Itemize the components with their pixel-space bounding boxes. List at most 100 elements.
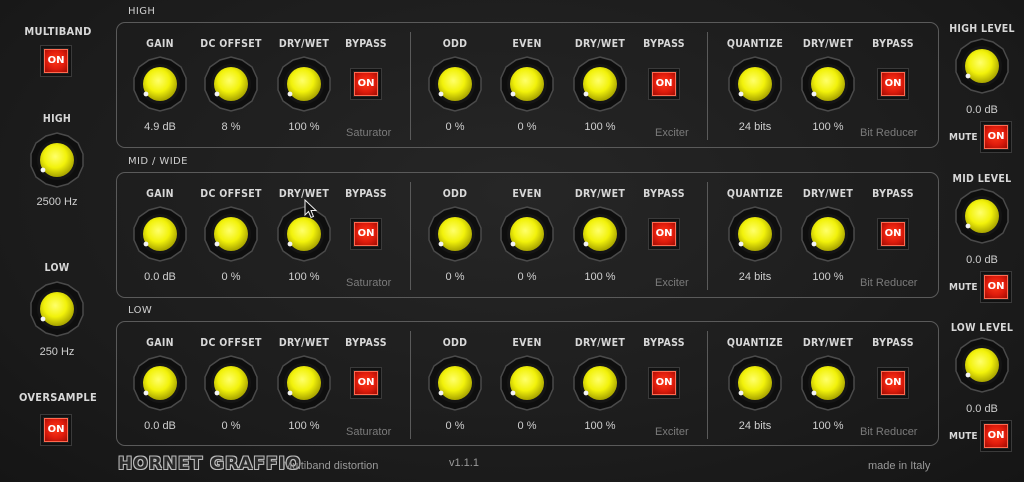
- mid-bitreducer-value-0: 24 bits: [738, 271, 772, 283]
- high-bitreducer-label-2: BYPASS: [872, 38, 914, 50]
- mid-saturator-bypass-text: ON: [354, 222, 378, 246]
- high-bitreducer-value-1: 100 %: [812, 121, 844, 133]
- mid-exciter-value-0: 0 %: [445, 271, 465, 283]
- low-exciter-value-2: 100 %: [584, 420, 616, 432]
- multiband-button[interactable]: ON: [41, 46, 71, 76]
- high-saturator-knob-0[interactable]: [131, 55, 189, 113]
- high-level-label: HIGH LEVEL: [949, 23, 1015, 35]
- mid-exciter-knob-1[interactable]: [498, 205, 556, 263]
- mid-exciter-value-2: 100 %: [584, 271, 616, 283]
- low-exciter-bypass-button[interactable]: ON: [649, 368, 679, 398]
- multiband-button-text: ON: [44, 49, 68, 73]
- high-saturator-label-3: BYPASS: [345, 38, 387, 50]
- band-divider-high-1: [410, 32, 411, 140]
- high-exciter-label-1: EVEN: [512, 38, 542, 50]
- high-level-knob[interactable]: [953, 37, 1011, 95]
- oversample-button-text: ON: [44, 418, 68, 442]
- oversample-button[interactable]: ON: [41, 415, 71, 445]
- high-saturator-label-0: GAIN: [146, 38, 174, 50]
- low-saturator-label-2: DRY/WET: [278, 337, 330, 349]
- band-divider-low-1: [410, 331, 411, 439]
- low-crossover-label: LOW: [44, 262, 70, 274]
- mid-exciter-module-name: Exciter: [655, 277, 689, 289]
- low-exciter-knob-1[interactable]: [498, 354, 556, 412]
- low-saturator-value-1: 0 %: [221, 420, 241, 432]
- high-saturator-value-2: 100 %: [288, 121, 320, 133]
- low-level-knob[interactable]: [953, 336, 1011, 394]
- low-exciter-knob-0[interactable]: [426, 354, 484, 412]
- high-exciter-knob-0[interactable]: [426, 55, 484, 113]
- mid-exciter-label-0: ODD: [442, 188, 468, 200]
- low-bitreducer-value-1: 100 %: [812, 420, 844, 432]
- low-crossover-knob[interactable]: [28, 280, 86, 338]
- low-exciter-knob-2[interactable]: [571, 354, 629, 412]
- mid-exciter-label-3: BYPASS: [643, 188, 685, 200]
- low-level-value: 0.0 dB: [966, 403, 998, 415]
- low-exciter-label-1: EVEN: [512, 337, 542, 349]
- mid-level-knob[interactable]: [953, 187, 1011, 245]
- low-bitreducer-knob-0[interactable]: [726, 354, 784, 412]
- high-saturator-value-0: 4.9 dB: [144, 121, 176, 133]
- mid-saturator-knob-0[interactable]: [131, 205, 189, 263]
- high-bitreducer-bypass-text: ON: [881, 72, 905, 96]
- low-bitreducer-knob-1[interactable]: [799, 354, 857, 412]
- high-mute-button[interactable]: ON: [981, 122, 1011, 152]
- low-saturator-bypass-button[interactable]: ON: [351, 368, 381, 398]
- low-bitreducer-bypass-button[interactable]: ON: [878, 368, 908, 398]
- high-bitreducer-bypass-button[interactable]: ON: [878, 69, 908, 99]
- mid-bitreducer-knob-1[interactable]: [799, 205, 857, 263]
- low-mute-button[interactable]: ON: [981, 421, 1011, 451]
- multiband-label: MULTIBAND: [24, 25, 92, 38]
- mid-saturator-bypass-button[interactable]: ON: [351, 219, 381, 249]
- mid-exciter-label-1: EVEN: [512, 188, 542, 200]
- mid-bitreducer-module-name: Bit Reducer: [860, 277, 918, 289]
- low-saturator-label-0: GAIN: [146, 337, 174, 349]
- mid-exciter-knob-0[interactable]: [426, 205, 484, 263]
- mid-saturator-label-3: BYPASS: [345, 188, 387, 200]
- high-saturator-bypass-button[interactable]: ON: [351, 69, 381, 99]
- mid-bitreducer-bypass-button[interactable]: ON: [878, 219, 908, 249]
- mid-saturator-module-name: Saturator: [346, 277, 392, 289]
- mid-exciter-label-2: DRY/WET: [574, 188, 626, 200]
- low-saturator-bypass-text: ON: [354, 371, 378, 395]
- low-saturator-knob-2[interactable]: [275, 354, 333, 412]
- high-exciter-value-0: 0 %: [445, 121, 465, 133]
- mid-bitreducer-label-1: DRY/WET: [802, 188, 854, 200]
- low-exciter-module-name: Exciter: [655, 426, 689, 438]
- low-saturator-knob-0[interactable]: [131, 354, 189, 412]
- high-saturator-knob-2[interactable]: [275, 55, 333, 113]
- high-exciter-bypass-button[interactable]: ON: [649, 69, 679, 99]
- oversample-label: OVERSAMPLE: [18, 391, 98, 404]
- mid-bitreducer-bypass-text: ON: [881, 222, 905, 246]
- high-bitreducer-label-1: DRY/WET: [802, 38, 854, 50]
- mid-exciter-bypass-button[interactable]: ON: [649, 219, 679, 249]
- low-saturator-knob-1[interactable]: [202, 354, 260, 412]
- mid-saturator-label-0: GAIN: [146, 188, 174, 200]
- high-crossover-label: HIGH: [42, 113, 72, 125]
- high-exciter-knob-2[interactable]: [571, 55, 629, 113]
- high-saturator-knob-1[interactable]: [202, 55, 260, 113]
- high-bitreducer-knob-1[interactable]: [799, 55, 857, 113]
- mid-bitreducer-knob-0[interactable]: [726, 205, 784, 263]
- high-saturator-label-2: DRY/WET: [278, 38, 330, 50]
- version-label: v1.1.1: [449, 457, 479, 469]
- band-title-low: LOW: [128, 305, 153, 316]
- mid-exciter-value-1: 0 %: [517, 271, 537, 283]
- low-saturator-module-name: Saturator: [346, 426, 392, 438]
- mid-saturator-knob-1[interactable]: [202, 205, 260, 263]
- high-mute-label: MUTE: [949, 132, 978, 143]
- high-exciter-value-1: 0 %: [517, 121, 537, 133]
- plugin-window: MULTIBAND ON HIGH 2500 Hz LOW 250 Hz OVE…: [0, 0, 1024, 482]
- high-saturator-value-1: 8 %: [221, 121, 241, 133]
- mouse-pointer-icon: [304, 199, 318, 219]
- high-bitreducer-knob-0[interactable]: [726, 55, 784, 113]
- brand-logo: HORNET GRAFFIO: [118, 454, 302, 474]
- low-mute-label: MUTE: [949, 431, 978, 442]
- low-bitreducer-label-2: BYPASS: [872, 337, 914, 349]
- low-mute-text: ON: [984, 424, 1008, 448]
- low-crossover-value: 250 Hz: [39, 346, 75, 358]
- high-exciter-knob-1[interactable]: [498, 55, 556, 113]
- mid-mute-button[interactable]: ON: [981, 272, 1011, 302]
- high-crossover-knob[interactable]: [28, 131, 86, 189]
- mid-exciter-knob-2[interactable]: [571, 205, 629, 263]
